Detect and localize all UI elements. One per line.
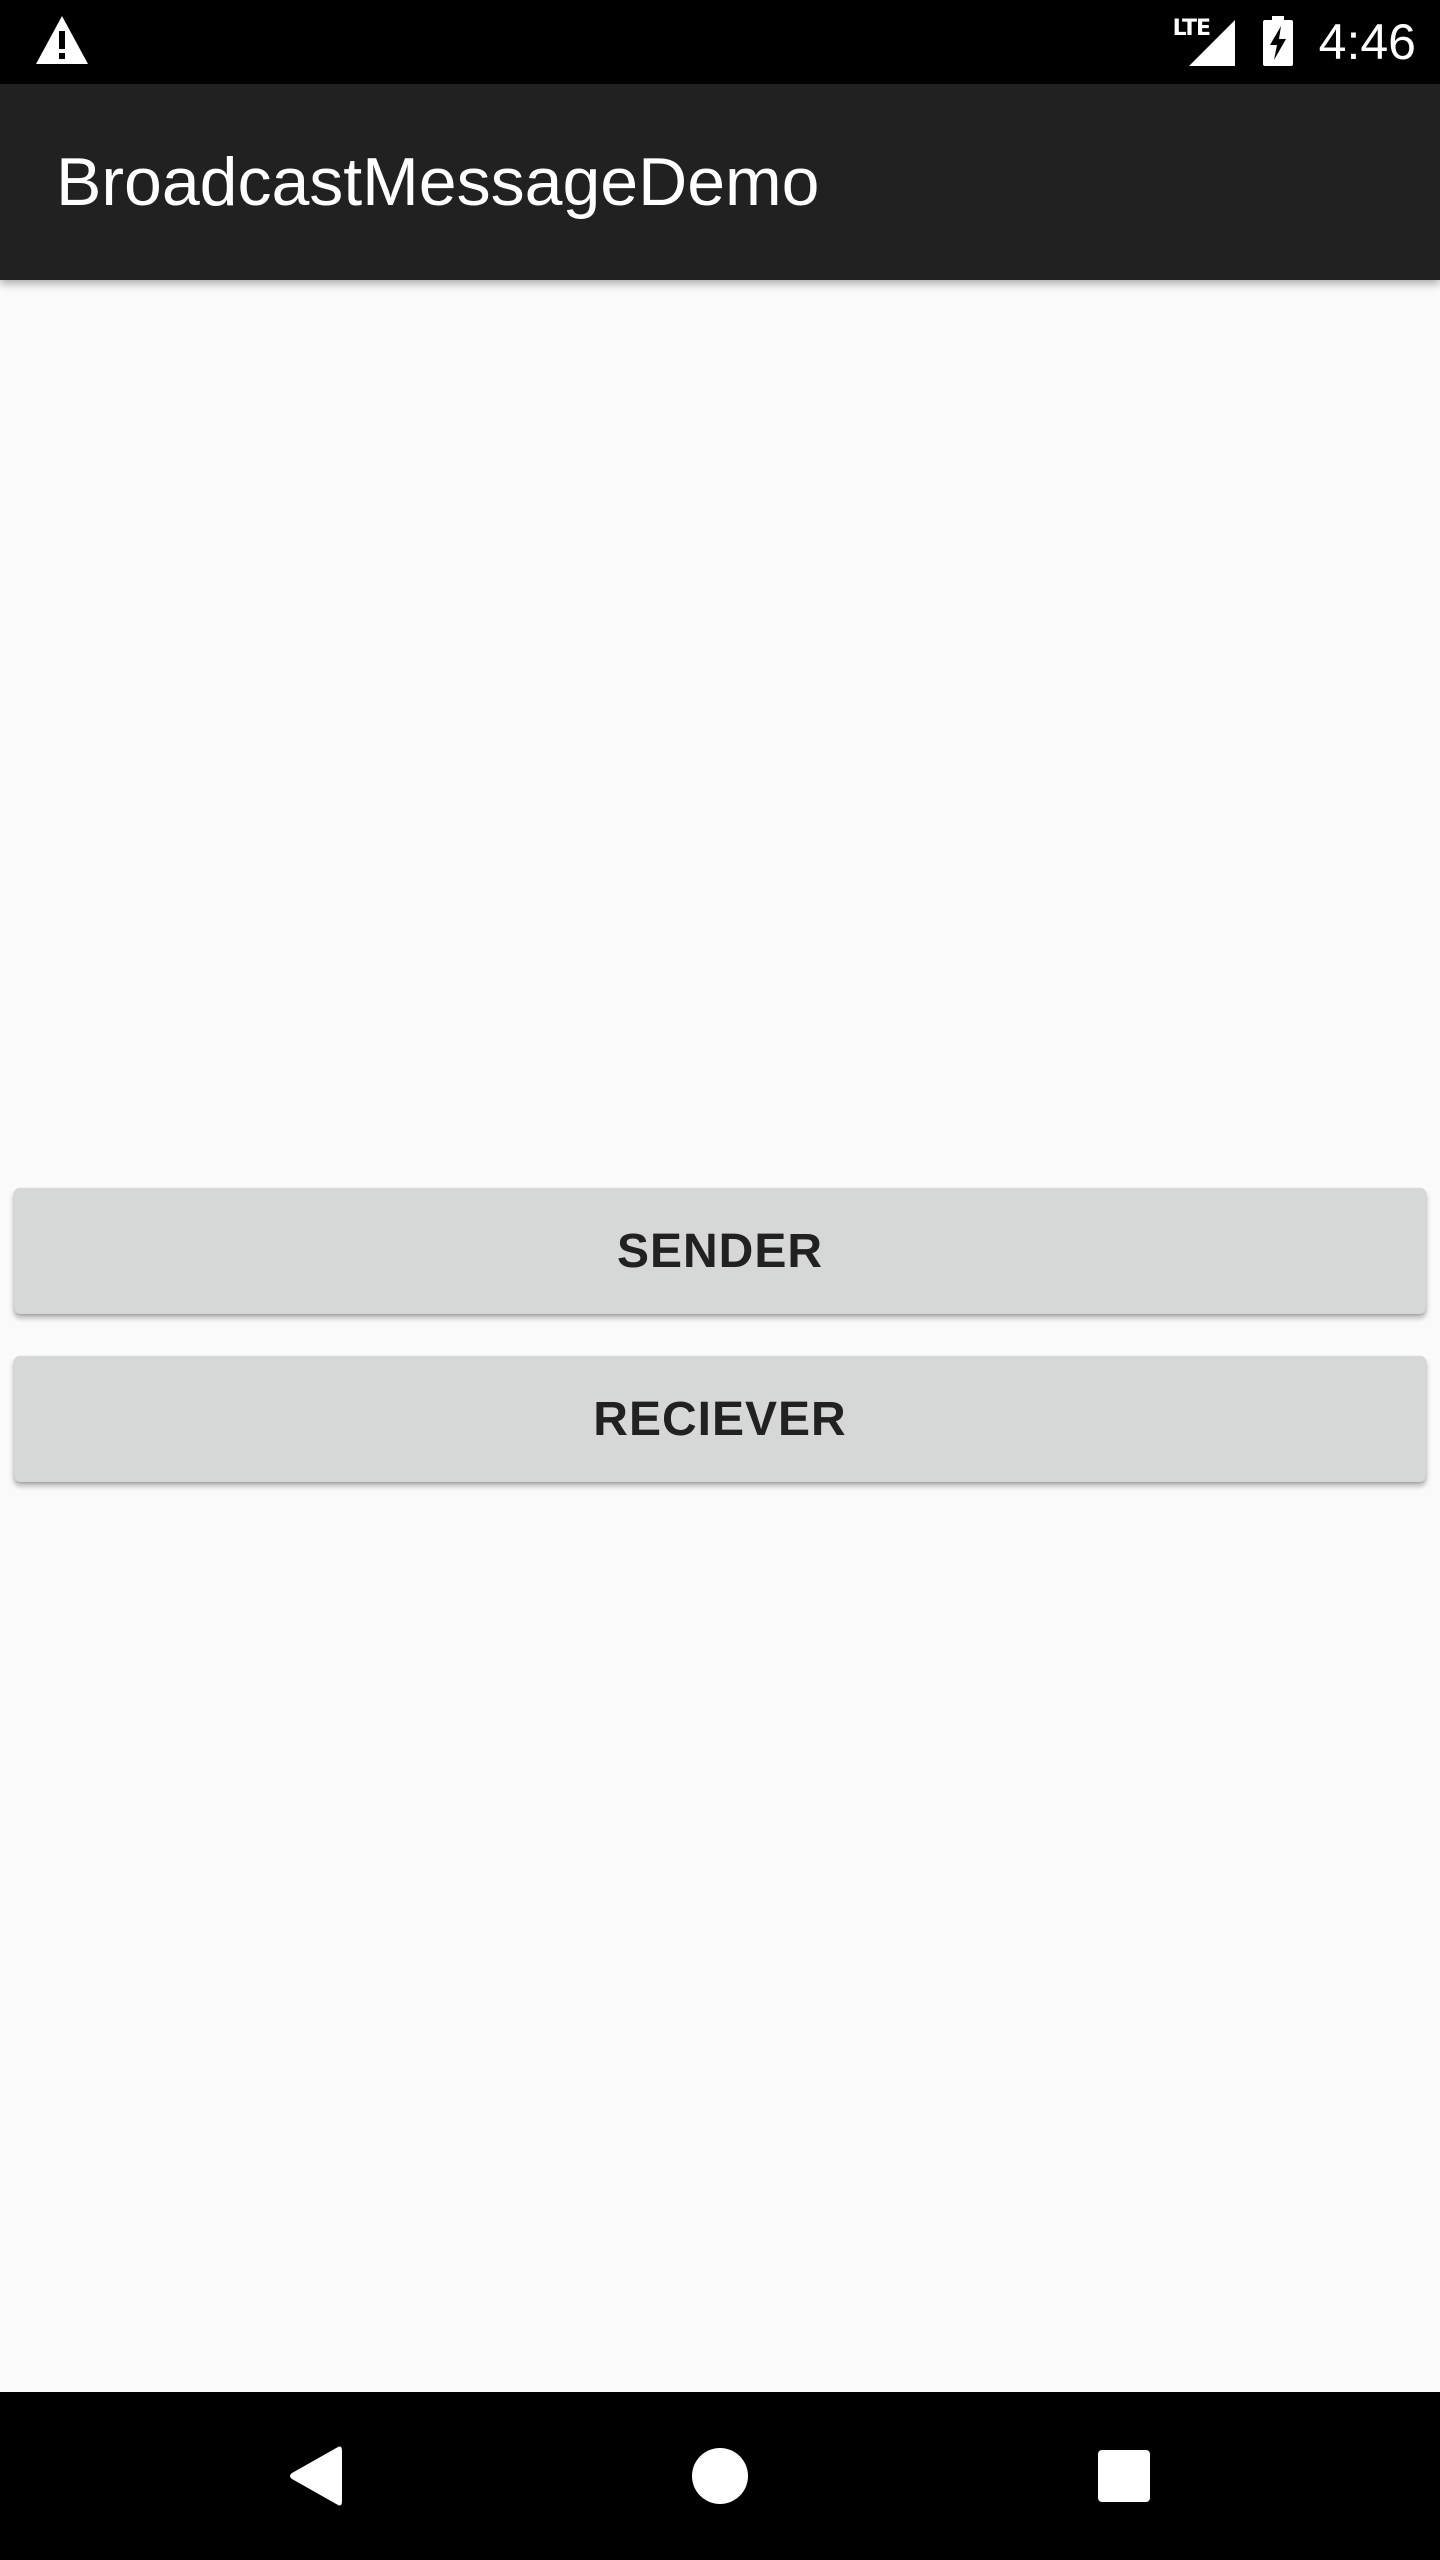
navigation-bar [0, 2392, 1440, 2560]
app-title: BroadcastMessageDemo [56, 144, 820, 220]
receiver-button[interactable]: RECIEVER [14, 1356, 1426, 1482]
status-clock: 4:46 [1318, 14, 1416, 70]
status-icons: LTE 4:46 [1173, 0, 1416, 84]
battery-charging-icon [1262, 16, 1293, 66]
warning-icon [36, 16, 88, 64]
recents-button[interactable] [1040, 2392, 1208, 2560]
sender-button[interactable]: SENDER [14, 1188, 1426, 1314]
recents-icon [1098, 2450, 1150, 2502]
status-bar: LTE 4:46 [0, 0, 1440, 84]
home-button[interactable] [636, 2392, 804, 2560]
back-icon [290, 2446, 342, 2506]
back-button[interactable] [232, 2392, 400, 2560]
lte-signal-icon: LTE [1173, 16, 1239, 68]
home-icon [692, 2448, 748, 2504]
app-bar: BroadcastMessageDemo [0, 84, 1440, 280]
